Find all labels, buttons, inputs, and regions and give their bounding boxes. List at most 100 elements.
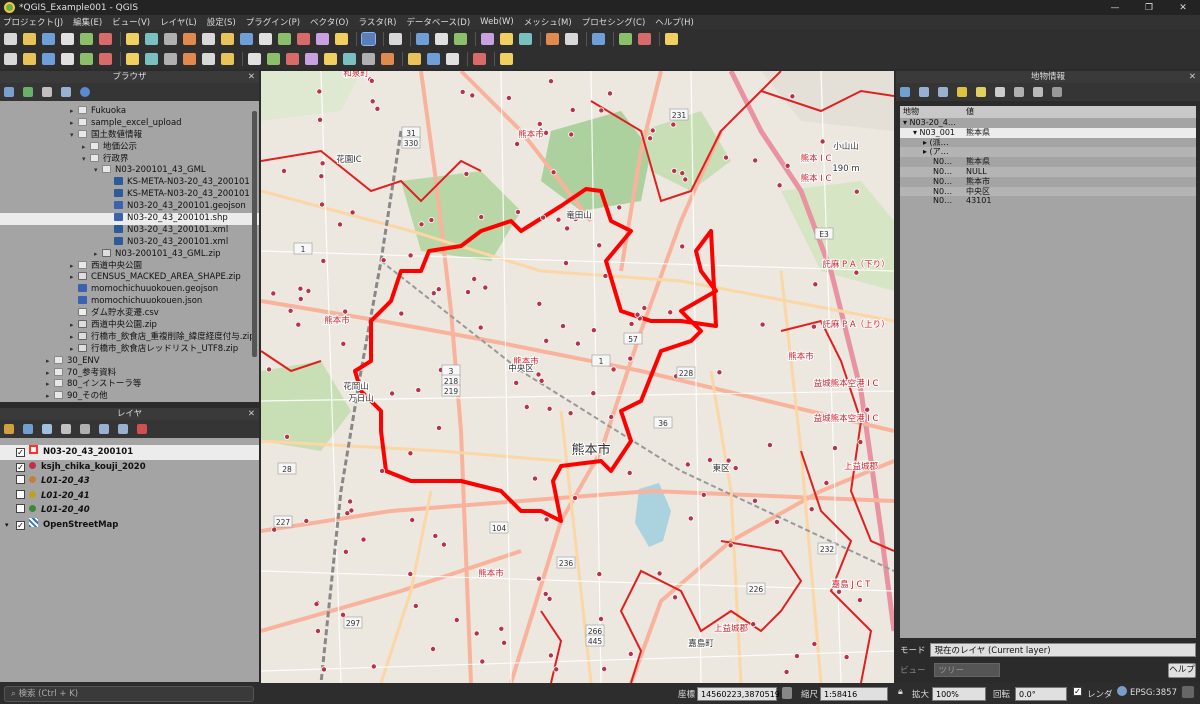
chika-point[interactable] <box>435 286 442 293</box>
new-layout-icon[interactable] <box>80 33 93 45</box>
delete-icon[interactable] <box>126 53 139 65</box>
clear-results-icon[interactable] <box>957 87 967 97</box>
chika-point[interactable] <box>514 141 521 148</box>
chika-point[interactable] <box>398 310 405 317</box>
chika-point[interactable] <box>501 639 508 646</box>
chika-point[interactable] <box>464 289 471 296</box>
toggle-edit-icon[interactable] <box>23 53 36 65</box>
chika-point[interactable] <box>752 157 759 164</box>
chika-point[interactable] <box>513 379 520 386</box>
identify-row[interactable]: N0… 熊本市 <box>900 177 1196 187</box>
chika-point[interactable] <box>342 308 349 315</box>
layer-visibility-checkbox[interactable] <box>16 504 25 513</box>
chika-point[interactable] <box>626 469 633 476</box>
chika-point[interactable] <box>751 497 758 504</box>
chika-point[interactable] <box>535 575 542 582</box>
chika-point[interactable] <box>608 413 615 420</box>
identify-row[interactable]: N0… 43101 <box>900 196 1196 206</box>
scale-select[interactable]: 1:58416 <box>820 687 888 701</box>
menu-item[interactable]: ラスタ(R) <box>359 16 397 28</box>
label-rotate-icon[interactable] <box>324 53 337 65</box>
open-project-icon[interactable] <box>23 33 36 45</box>
chika-point[interactable] <box>305 287 312 294</box>
browser-item[interactable]: momochichuuokouen.geojson <box>0 284 259 296</box>
chika-point[interactable] <box>542 129 549 136</box>
chevron-down-icon[interactable]: ▾ <box>70 130 78 142</box>
chika-point[interactable] <box>266 366 273 373</box>
identify-row[interactable]: ▾ N03-20_4… <box>900 118 1196 128</box>
chika-point[interactable] <box>571 494 578 501</box>
chika-point[interactable] <box>543 516 550 523</box>
chika-point[interactable] <box>656 570 663 577</box>
chevron-right-icon[interactable]: ▸ <box>70 106 78 118</box>
chika-point[interactable] <box>853 269 860 276</box>
save-edits-icon[interactable] <box>42 53 55 65</box>
chika-point[interactable] <box>505 94 512 101</box>
chika-point[interactable] <box>610 366 617 373</box>
chevron-right-icon[interactable]: ▸ <box>70 344 78 356</box>
browser-item[interactable]: KS-META-N03-20_43_200101 <box>0 189 259 201</box>
chika-point[interactable] <box>317 116 324 123</box>
pan-icon[interactable] <box>126 33 139 45</box>
collapse-all-icon[interactable] <box>118 424 128 434</box>
chevron-right-icon[interactable]: ▸ <box>70 261 78 273</box>
chevron-down-icon[interactable]: ▾ <box>82 154 90 166</box>
chika-point[interactable] <box>540 214 547 221</box>
chika-point[interactable] <box>598 107 605 114</box>
chika-point[interactable] <box>569 107 576 114</box>
chika-point[interactable] <box>547 78 554 85</box>
chika-point[interactable] <box>342 548 349 555</box>
browser-item[interactable]: ▸ 90_その他 <box>0 391 259 403</box>
close-icon[interactable]: ✕ <box>1189 71 1196 83</box>
chika-point[interactable] <box>287 307 294 314</box>
layer-icon[interactable] <box>500 53 513 65</box>
chika-point[interactable] <box>440 541 447 548</box>
edits-icon[interactable] <box>4 53 17 65</box>
chevron-right-icon[interactable]: ▸ <box>46 368 54 380</box>
map-tips-icon[interactable] <box>665 33 678 45</box>
label-show-icon[interactable] <box>286 53 299 65</box>
map-svg[interactable]: 31330 231 57 3218219 228 36 104 236 266445 226 297… <box>261 71 894 683</box>
menu-item[interactable]: ヘルプ(H) <box>655 16 694 28</box>
chika-point[interactable] <box>415 387 422 394</box>
menu-item[interactable]: 編集(E) <box>73 16 102 28</box>
restore-button[interactable]: ❐ <box>1132 0 1166 15</box>
identify-row[interactable]: ▸ (ア… <box>900 147 1196 158</box>
pan-to-selection-icon[interactable] <box>145 33 158 45</box>
layer-visibility-checkbox[interactable]: ✓ <box>16 520 25 530</box>
chevron-right-icon[interactable]: ▸ <box>46 379 54 391</box>
chika-point[interactable] <box>553 666 560 673</box>
chevron-down-icon[interactable]: ▾ <box>94 165 102 177</box>
chika-point[interactable] <box>463 170 470 177</box>
chika-point[interactable] <box>547 652 554 659</box>
expand-tree-icon[interactable] <box>900 87 910 97</box>
ruler-icon[interactable] <box>592 33 605 45</box>
chika-point[interactable] <box>596 242 603 249</box>
deselect-icon[interactable] <box>454 33 467 45</box>
chika-point[interactable] <box>667 309 674 316</box>
help-button[interactable]: ヘルプ <box>1168 662 1196 678</box>
label-move-icon[interactable] <box>305 53 318 65</box>
identify-row[interactable]: N0… 熊本県 <box>900 157 1196 167</box>
sum-icon[interactable] <box>565 33 578 45</box>
visibility-icon[interactable] <box>42 424 52 434</box>
layer-visibility-checkbox[interactable]: ✓ <box>16 448 25 457</box>
digitize-icon[interactable] <box>61 53 74 65</box>
plugin-b-icon[interactable] <box>427 53 440 65</box>
vertex-tool-icon[interactable] <box>99 53 112 65</box>
copy-icon[interactable] <box>164 53 177 65</box>
map-canvas[interactable]: 31 330 231 57 3 218 219 228 36 104 236 266 445 226 297… <box>261 71 894 683</box>
chika-point[interactable] <box>843 654 850 661</box>
browser-item[interactable]: ダム貯水変遷.csv <box>0 308 259 320</box>
add-group-icon[interactable] <box>23 424 33 434</box>
chika-point[interactable] <box>536 121 543 128</box>
save-as-icon[interactable] <box>61 33 74 45</box>
plugin-c-icon[interactable] <box>446 53 459 65</box>
open-field-calculator-icon[interactable] <box>481 33 494 45</box>
browser-item[interactable]: KS-META-N03-20_43_200101 <box>0 177 259 189</box>
label-highlight-icon[interactable] <box>362 53 375 65</box>
menu-item[interactable]: データベース(D) <box>406 16 470 28</box>
chika-point[interactable] <box>784 162 791 169</box>
menu-item[interactable]: プロジェクト(J) <box>3 16 63 28</box>
messages-icon[interactable] <box>1182 686 1194 698</box>
